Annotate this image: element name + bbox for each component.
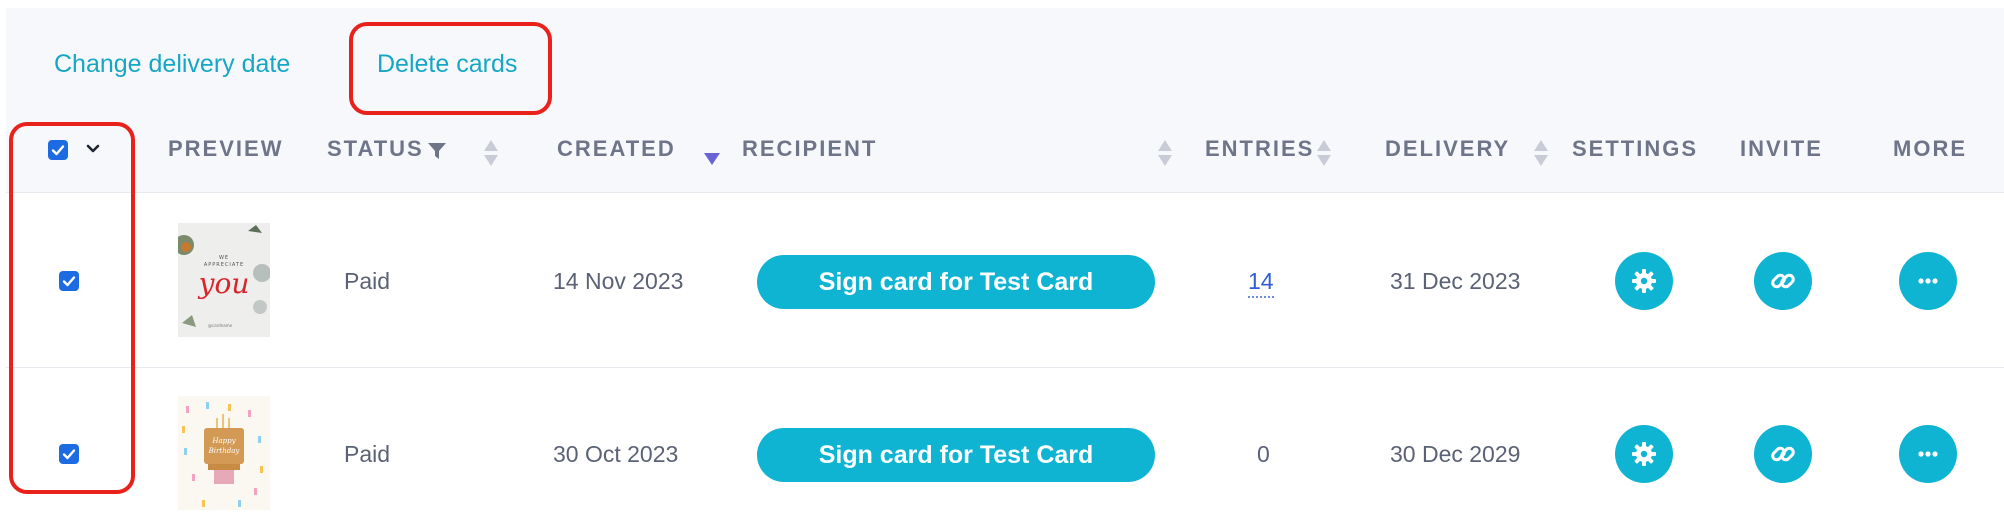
column-header-recipient[interactable]: RECIPIENT: [742, 136, 877, 162]
entries-cell: 14: [1248, 268, 1274, 298]
delivery-sort-icon[interactable]: [1534, 140, 1548, 168]
row-checkbox[interactable]: [59, 444, 79, 464]
ellipsis-icon: [1918, 278, 1938, 284]
table-header-area: [6, 8, 2004, 192]
entries-sort-icon[interactable]: [1317, 140, 1331, 168]
select-all-chevron-down-icon[interactable]: [85, 141, 101, 157]
settings-button[interactable]: [1615, 252, 1673, 310]
invite-button[interactable]: [1754, 425, 1812, 483]
link-icon: [1771, 446, 1795, 462]
column-header-more: MORE: [1893, 136, 1967, 161]
change-delivery-date-link[interactable]: Change delivery date: [54, 50, 290, 79]
sign-card-button[interactable]: Sign card for Test Card: [757, 428, 1155, 482]
svg-text:Birthday: Birthday: [208, 447, 241, 455]
filter-icon[interactable]: [427, 141, 447, 161]
ellipsis-icon: [1918, 451, 1938, 457]
recipient-sort-icon[interactable]: [1158, 140, 1172, 168]
column-header-settings: SETTINGS: [1572, 136, 1699, 161]
more-button[interactable]: [1899, 425, 1957, 483]
sign-card-button[interactable]: Sign card for Test Card: [757, 255, 1155, 309]
created-cell: 14 Nov 2023: [553, 268, 684, 294]
more-button[interactable]: [1899, 252, 1957, 310]
invite-button[interactable]: [1754, 252, 1812, 310]
entries-count-link[interactable]: 14: [1248, 268, 1274, 298]
column-header-preview: PREVIEW: [168, 136, 284, 161]
select-all-checkbox[interactable]: [48, 140, 68, 160]
delivery-cell: 30 Dec 2029: [1390, 441, 1521, 467]
svg-text:@cardname: @cardname: [208, 323, 233, 328]
gear-icon: [1632, 442, 1656, 466]
created-cell: 30 Oct 2023: [553, 441, 679, 467]
row-divider: [6, 367, 2004, 368]
svg-text:WE: WE: [219, 255, 229, 261]
status-sort-icon[interactable]: [484, 140, 498, 168]
header-divider: [6, 192, 2004, 193]
column-header-created[interactable]: CREATED: [557, 136, 676, 162]
delete-cards-link[interactable]: Delete cards: [377, 50, 517, 79]
gear-icon: [1632, 269, 1656, 293]
column-header-delivery[interactable]: DELIVERY: [1385, 136, 1510, 162]
column-header-invite: INVITE: [1740, 136, 1823, 161]
settings-button[interactable]: [1615, 425, 1673, 483]
column-header-status[interactable]: STATUS: [327, 136, 424, 162]
card-preview-image[interactable]: Happy Birthday: [178, 396, 270, 510]
status-cell: Paid: [344, 268, 391, 294]
link-icon: [1771, 273, 1795, 289]
column-header-entries[interactable]: ENTRIES: [1205, 136, 1314, 162]
entries-cell: 0: [1257, 441, 1270, 467]
svg-text:you: you: [197, 267, 250, 300]
created-sort-desc-icon[interactable]: [704, 153, 720, 165]
row-checkbox[interactable]: [59, 271, 79, 291]
card-preview-image[interactable]: WE APPRECIATE you @cardname: [178, 223, 270, 337]
svg-text:Happy: Happy: [211, 437, 236, 445]
status-cell: Paid: [344, 441, 391, 467]
delivery-cell: 31 Dec 2023: [1390, 268, 1521, 294]
